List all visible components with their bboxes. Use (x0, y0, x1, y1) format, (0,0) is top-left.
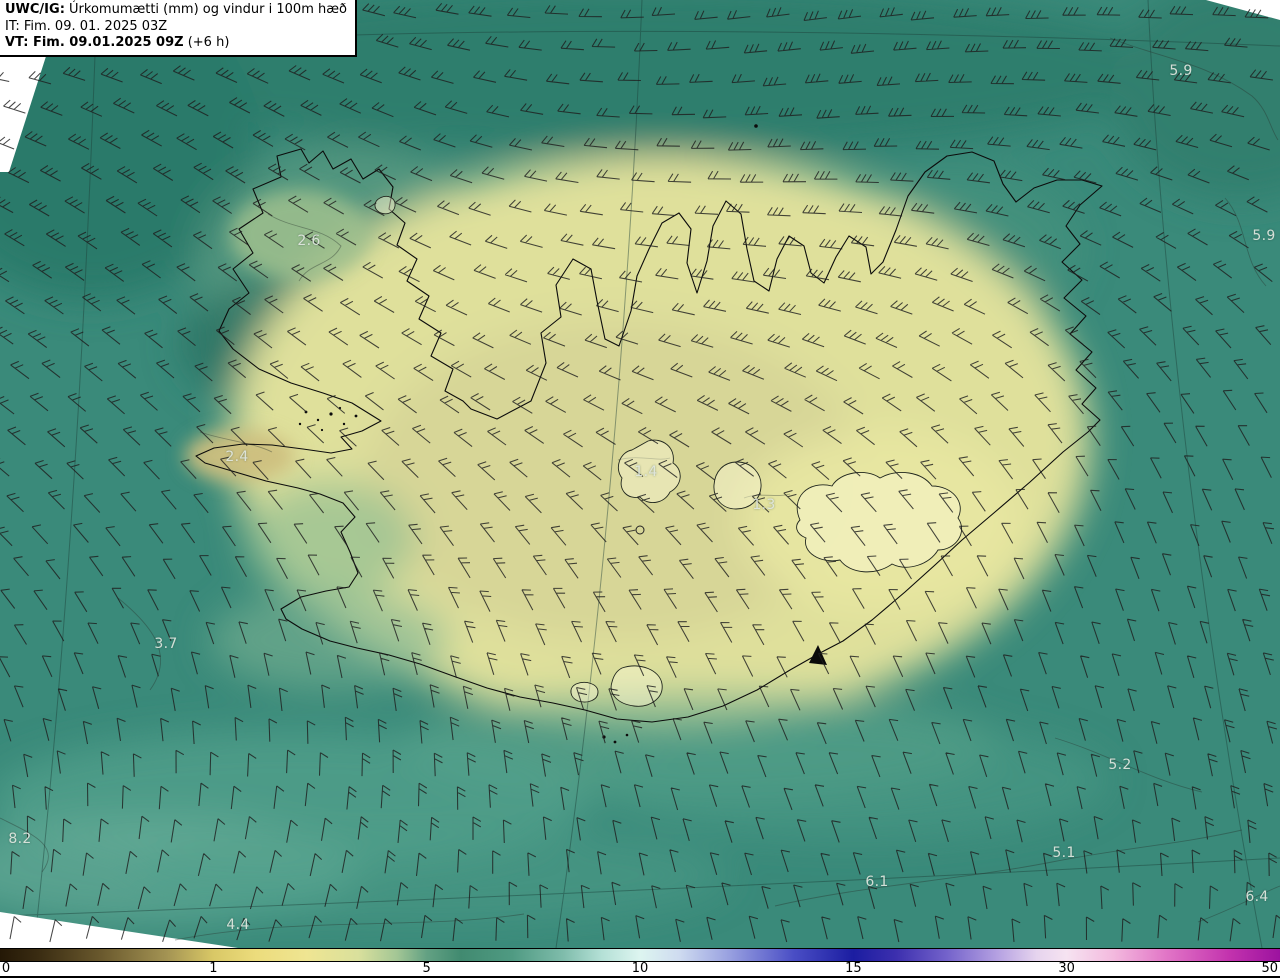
colorbar-ticks: 0 1 5 10 15 30 50 (0, 962, 1280, 978)
header-title-line: UWC/IG: Úrkomumætti (mm) og vindur i 100… (5, 2, 347, 19)
weather-map: 5.9 5.9 2.6 2.4 1.4 1.3 3.7 5.2 8.2 5.1 6.1 6.4 4.4 (0, 0, 1280, 948)
drangajokull-outline (374, 195, 396, 215)
colorbar-tick: 5 (422, 961, 431, 976)
colorbar: 0 1 5 10 15 30 50 (0, 948, 1280, 978)
colorbar-tick: 0 (1, 961, 11, 976)
precipitation-wind-field (0, 0, 1280, 948)
init-time: IT: Fim. 09. 01. 2025 03Z (5, 18, 168, 34)
model-label: UWC/IG: (5, 2, 65, 17)
valid-time: VT: Fim. 09.01.2025 09Z (5, 35, 184, 50)
valid-offset: (+6 h) (187, 35, 230, 50)
colorbar-tick: 15 (845, 961, 862, 976)
eyjafjallajokull-outline (570, 681, 599, 703)
colorbar-tick: 50 (1261, 961, 1279, 976)
colorbar-tick: 30 (1058, 961, 1075, 976)
hofsjokull-outline (713, 461, 762, 510)
myrdalsjokull-outline (610, 665, 663, 707)
map-title: Úrkomumætti (mm) og vindur i 100m hæð (69, 2, 347, 17)
colorbar-tick: 10 (631, 961, 649, 976)
valid-time-line: VT: Fim. 09.01.2025 09Z (+6 h) (5, 35, 347, 52)
colorbar-tick: 1 (209, 961, 218, 976)
colorbar-gradient (0, 948, 1280, 962)
forecast-header: UWC/IG: Úrkomumætti (mm) og vindur i 100… (0, 0, 357, 57)
